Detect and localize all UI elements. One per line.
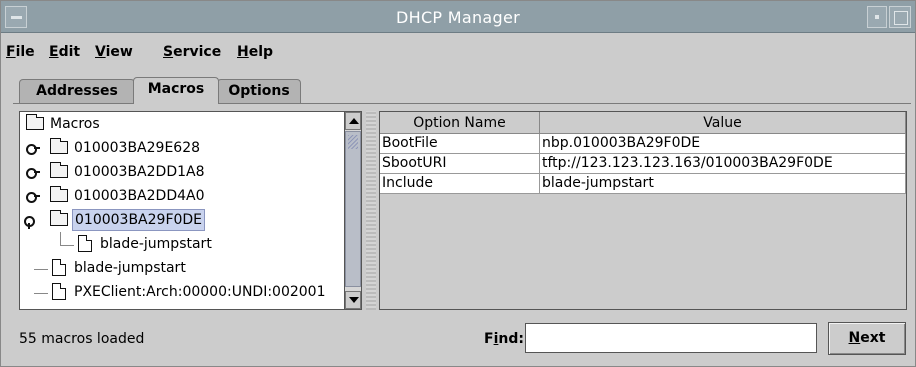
menu-edit-mnemonic: E xyxy=(49,44,59,60)
tree-connector xyxy=(60,232,61,246)
maximize-icon[interactable] xyxy=(889,6,911,28)
menu-file[interactable]: File xyxy=(6,44,35,60)
next-button[interactable]: Next xyxy=(828,322,906,355)
status-text: 55 macros loaded xyxy=(19,331,145,347)
menu-edit[interactable]: Edit xyxy=(49,44,80,60)
tree-item-label: PXEClient:Arch:00000:UNDI:002001 xyxy=(74,284,326,300)
tree-item-label: 010003BA2DD4A0 xyxy=(74,188,205,204)
next-button-label: ext xyxy=(860,330,886,346)
menu-file-mnemonic: F xyxy=(6,44,16,60)
document-icon xyxy=(78,235,92,252)
tree-item-label: 010003BA2DD1A8 xyxy=(74,164,205,180)
document-icon xyxy=(52,283,66,300)
macro-tree[interactable]: Macros 010003BA29E628 010003BA2DD1A8 010… xyxy=(19,111,362,310)
folder-icon xyxy=(50,162,68,178)
expand-handle-icon[interactable] xyxy=(26,142,40,155)
menu-help[interactable]: Help xyxy=(237,44,273,60)
window-title: DHCP Manager xyxy=(396,8,520,27)
title-bar: DHCP Manager xyxy=(1,1,915,33)
menu-file-label: ile xyxy=(15,44,35,60)
dhcp-manager-window: DHCP Manager File Edit View Service Help… xyxy=(0,0,916,367)
table-cell-value[interactable]: nbp.010003BA29F0DE xyxy=(540,134,906,154)
menu-view-mnemonic: V xyxy=(95,44,106,60)
find-label: Find: xyxy=(484,331,524,347)
table-cell-value[interactable]: blade-jumpstart xyxy=(540,174,906,194)
folder-icon xyxy=(50,186,68,202)
menu-service-label: ervice xyxy=(173,44,222,60)
column-header-option-name[interactable]: Option Name xyxy=(380,112,540,134)
menu-edit-label: dit xyxy=(58,44,81,60)
folder-icon xyxy=(26,114,44,130)
next-button-mnemonic: N xyxy=(848,330,861,346)
tree-item-label: blade-jumpstart xyxy=(100,236,212,252)
menu-service[interactable]: Service xyxy=(163,44,221,60)
tree-connector xyxy=(60,245,74,246)
find-input[interactable] xyxy=(525,323,817,353)
expand-handle-icon[interactable] xyxy=(26,166,40,179)
expand-handle-icon[interactable] xyxy=(26,190,40,203)
minimize-icon[interactable] xyxy=(867,6,887,28)
menu-bar: File Edit View Service Help xyxy=(1,34,915,72)
tree-root-label: Macros xyxy=(50,116,100,132)
folder-icon xyxy=(50,138,68,154)
table-cell-option-name[interactable]: BootFile xyxy=(380,134,540,154)
menu-help-label: elp xyxy=(248,44,274,60)
split-pane-divider[interactable] xyxy=(366,111,376,310)
table-cell-value[interactable]: tftp://123.123.123.163/010003BA29F0DE xyxy=(540,154,906,174)
column-header-value[interactable]: Value xyxy=(540,112,906,134)
find-label-suffix: nd: xyxy=(498,331,524,347)
macro-options-table[interactable]: Option Name Value BootFile nbp.010003BA2… xyxy=(379,111,907,310)
menu-help-mnemonic: H xyxy=(237,44,249,60)
tab-addresses[interactable]: Addresses xyxy=(19,79,135,103)
tree-item-label: 010003BA29F0DE xyxy=(72,209,206,231)
folder-icon xyxy=(50,210,68,226)
table-cell-option-name[interactable]: Include xyxy=(380,174,540,194)
tree-connector xyxy=(34,293,48,294)
tree-scrollbar[interactable] xyxy=(344,111,362,310)
tab-macros[interactable]: Macros xyxy=(133,77,219,104)
tree-connector xyxy=(34,269,48,270)
tree-item-label: 010003BA29E628 xyxy=(74,140,201,156)
collapse-handle-icon[interactable] xyxy=(24,214,38,229)
tab-options[interactable]: Options xyxy=(217,79,301,103)
document-icon xyxy=(52,259,66,276)
menu-service-mnemonic: S xyxy=(163,44,174,60)
scroll-up-arrow-icon[interactable] xyxy=(345,112,361,130)
scroll-thumb[interactable] xyxy=(345,131,361,287)
table-cell-option-name[interactable]: SbootURI xyxy=(380,154,540,174)
tree-item-label: blade-jumpstart xyxy=(74,260,186,276)
menu-view[interactable]: View xyxy=(95,44,133,60)
scroll-down-arrow-icon[interactable] xyxy=(345,291,361,309)
find-label-prefix: F xyxy=(484,331,494,347)
menu-view-label: iew xyxy=(105,44,133,60)
